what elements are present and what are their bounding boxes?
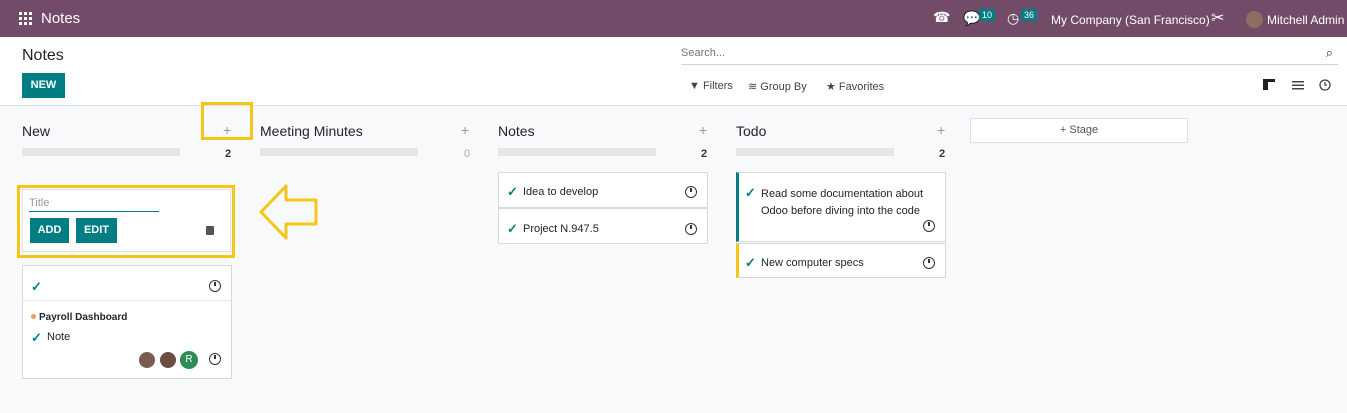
check-icon[interactable]: ✓ <box>745 185 756 201</box>
kanban-card[interactable]: ✓ Payroll Dashboard ✓ Note R <box>22 265 232 379</box>
progress-bar <box>736 148 894 156</box>
highlight-box <box>201 102 253 140</box>
tag-label: Payroll Dashboard <box>39 312 128 323</box>
check-icon[interactable]: ✓ <box>507 221 518 237</box>
add-stage-label: Stage <box>1069 124 1099 136</box>
progress-bar <box>498 148 656 156</box>
search-icon[interactable]: ⌕ <box>1326 45 1333 61</box>
avatar <box>138 351 156 369</box>
chat-icon[interactable]: 💬 <box>963 10 980 27</box>
activity-clock-icon[interactable]: ◷ <box>1007 10 1019 27</box>
column-title-meeting-minutes[interactable]: Meeting Minutes <box>260 123 363 139</box>
company-switcher[interactable]: My Company (San Francisco) <box>1051 13 1210 27</box>
kanban-view-icon[interactable] <box>1262 78 1276 92</box>
kanban-card[interactable]: ✓ New computer specs <box>736 243 946 278</box>
card-title: Read some documentation about Odoo befor… <box>761 188 924 217</box>
tag-dot-icon <box>31 314 36 319</box>
favorites-button[interactable]: ★ Favorites <box>826 80 884 93</box>
quick-create-plus-icon[interactable]: + <box>461 122 469 138</box>
add-stage-button[interactable]: + Stage <box>970 118 1188 143</box>
left-arrow-icon <box>259 184 318 240</box>
control-panel: Notes NEW Search... ⌕ ▼ Filters ≋ Group … <box>0 37 1347 106</box>
search-placeholder: Search... <box>681 47 726 59</box>
kanban-card[interactable]: ✓ Read some documentation about Odoo bef… <box>736 172 946 242</box>
kanban-card[interactable]: ✓ Project N.947.5 <box>498 208 708 244</box>
activity-clock-icon[interactable] <box>209 353 221 365</box>
column-title-todo[interactable]: Todo <box>736 123 766 139</box>
add-button[interactable]: ADD <box>30 218 69 243</box>
column-count: 0 <box>464 148 471 160</box>
top-navbar: Notes ☎ 💬 10 ◷ 36 My Company (San Franci… <box>0 0 1347 37</box>
filters-button[interactable]: ▼ Filters <box>689 80 733 92</box>
column-count: 2 <box>225 148 232 160</box>
activity-view-icon[interactable] <box>1318 78 1332 92</box>
breadcrumb: Notes <box>22 47 64 64</box>
check-icon[interactable]: ✓ <box>745 255 756 271</box>
quick-create-plus-icon[interactable]: + <box>699 122 707 138</box>
trash-icon[interactable] <box>206 226 214 235</box>
title-input[interactable]: Title <box>29 197 49 209</box>
activity-clock-icon[interactable] <box>923 257 935 269</box>
column-count: 2 <box>939 148 946 160</box>
card-title: Project N.947.5 <box>523 223 599 235</box>
activity-clock-icon[interactable] <box>685 186 697 198</box>
column-count: 2 <box>701 148 708 160</box>
column-title-new[interactable]: New <box>22 123 50 139</box>
check-icon[interactable]: ✓ <box>31 279 42 295</box>
activity-clock-icon[interactable] <box>209 280 221 292</box>
debug-tools-icon[interactable]: ✂ <box>1211 8 1224 28</box>
quick-create-plus-icon[interactable]: + <box>937 122 945 138</box>
card-title: Idea to develop <box>523 186 599 198</box>
kanban-card[interactable]: ✓ Idea to develop <box>498 172 708 208</box>
filters-label: Filters <box>702 80 733 92</box>
activity-clock-icon[interactable] <box>923 220 935 232</box>
group-by-label: Group By <box>760 81 807 93</box>
user-avatar[interactable] <box>1246 11 1263 28</box>
favorites-label: Favorites <box>838 81 885 93</box>
avatar <box>159 351 177 369</box>
edit-button[interactable]: EDIT <box>76 218 117 243</box>
title-input-underline <box>29 211 159 212</box>
app-title[interactable]: Notes <box>41 10 80 27</box>
activities-badge: 36 <box>1021 9 1038 21</box>
check-icon[interactable]: ✓ <box>507 184 518 200</box>
activity-clock-icon[interactable] <box>685 223 697 235</box>
messages-badge: 10 <box>979 9 996 21</box>
check-icon[interactable]: ✓ <box>31 330 42 346</box>
apps-menu-icon[interactable] <box>19 12 32 25</box>
avatar: R <box>180 351 198 369</box>
new-button[interactable]: NEW <box>22 73 65 98</box>
user-menu[interactable]: Mitchell Admin <box>1267 13 1344 27</box>
list-view-icon[interactable] <box>1291 78 1305 92</box>
group-by-button[interactable]: ≋ Group By <box>748 80 807 93</box>
progress-bar <box>22 148 180 156</box>
phone-icon[interactable]: ☎ <box>933 9 950 26</box>
card-title: New computer specs <box>761 257 864 269</box>
search-input[interactable]: Search... ⌕ <box>681 45 1338 65</box>
card-title: Note <box>47 331 71 343</box>
progress-bar <box>260 148 418 156</box>
divider <box>23 300 231 301</box>
column-title-notes[interactable]: Notes <box>498 123 535 139</box>
